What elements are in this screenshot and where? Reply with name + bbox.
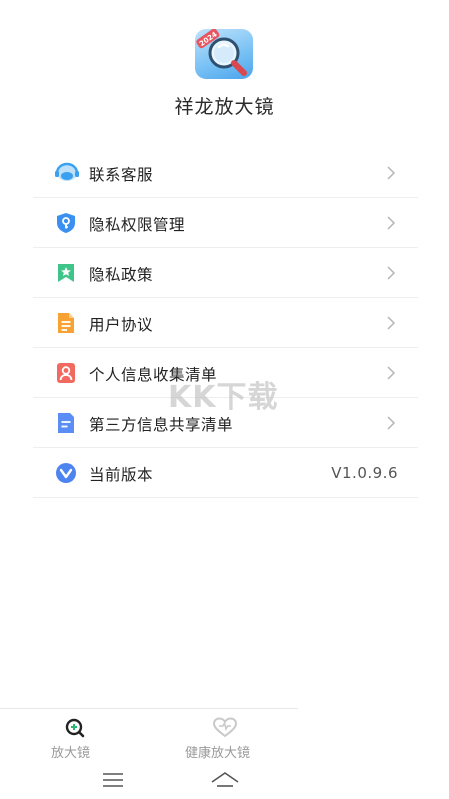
menu-item-label: 第三方信息共享清单: [89, 416, 234, 434]
chevron-right-icon: [386, 365, 396, 381]
menu-item-privacy-permissions[interactable]: 隐私权限管理: [33, 198, 418, 248]
magnifier-app-icon: 2024: [195, 29, 253, 79]
menu-item-personal-info-list[interactable]: 个人信息收集清单: [33, 348, 418, 398]
tab-label: 放大镜: [51, 746, 91, 761]
menu-item-label: 隐私政策: [89, 266, 154, 284]
system-navigation-bar: [0, 766, 449, 799]
bottom-tab-bar: 放大镜 健康放大镜: [0, 708, 298, 766]
shield-key-icon: [54, 212, 78, 234]
chevron-right-icon: [386, 215, 396, 231]
magnifier-tab-icon: [61, 717, 89, 739]
menu-item-customer-service[interactable]: 联系客服: [33, 148, 418, 198]
version-check-icon: [54, 462, 78, 484]
chevron-right-icon: [386, 265, 396, 281]
chevron-right-icon: [386, 165, 396, 181]
menu-icon[interactable]: [102, 772, 124, 788]
chevron-right-icon: [386, 415, 396, 431]
app-header: 2024 祥龙放大镜: [0, 0, 449, 140]
menu-item-label: 个人信息收集清单: [89, 366, 218, 384]
version-number: V1.0.9.6: [331, 464, 398, 482]
menu-item-label: 用户协议: [89, 316, 154, 334]
tab-label: 健康放大镜: [185, 746, 251, 761]
tab-health-magnifier[interactable]: 健康放大镜: [180, 709, 280, 767]
tab-magnifier[interactable]: 放大镜: [36, 709, 116, 767]
menu-item-current-version[interactable]: 当前版本 V1.0.9.6: [33, 448, 418, 498]
chevron-right-icon: [386, 315, 396, 331]
menu-item-third-party-sharing-list[interactable]: 第三方信息共享清单: [33, 398, 418, 448]
menu-item-user-agreement[interactable]: 用户协议: [33, 298, 418, 348]
heart-tab-icon: [211, 717, 239, 739]
customer-service-icon: [54, 162, 79, 184]
bookmark-star-icon: [54, 262, 78, 284]
app-title: 祥龙放大镜: [174, 96, 275, 118]
menu-item-label: 隐私权限管理: [89, 216, 186, 234]
settings-menu: 联系客服 隐私权限管理 隐私政策 用户协议 个人信息收集清单 第三方信息共享清单…: [33, 148, 418, 498]
menu-item-label: 联系客服: [89, 166, 154, 184]
document-icon: [54, 312, 78, 334]
menu-item-label: 当前版本: [89, 466, 154, 484]
person-card-icon: [54, 362, 78, 384]
file-list-icon: [54, 412, 78, 434]
menu-item-privacy-policy[interactable]: 隐私政策: [33, 248, 418, 298]
home-icon[interactable]: [210, 770, 240, 788]
